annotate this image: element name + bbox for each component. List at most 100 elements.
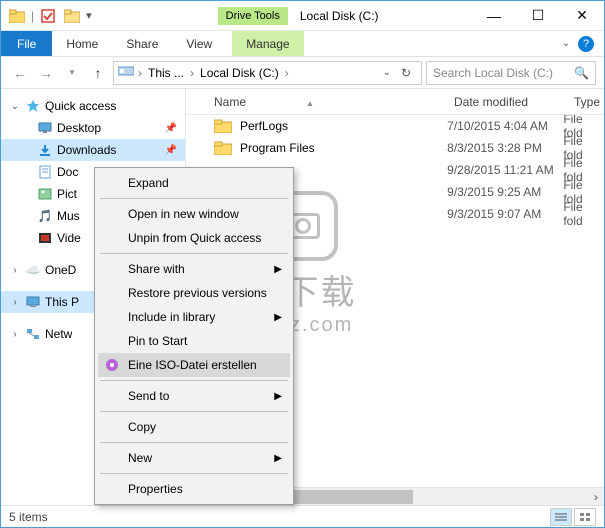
document-icon — [37, 164, 53, 180]
quick-access-toolbar: | ▾ — [1, 6, 98, 26]
maximize-button[interactable]: ☐ — [516, 2, 560, 30]
nav-label: Doc — [57, 165, 78, 179]
file-row[interactable]: Program Files8/3/2015 3:28 PMFile fold — [186, 137, 604, 159]
cm-pin-start[interactable]: Pin to Start — [98, 329, 290, 353]
file-date: 8/3/2015 3:28 PM — [447, 141, 563, 155]
addr-dropdown-icon[interactable]: ⌄ — [383, 67, 391, 78]
address-box[interactable]: › This ... › Local Disk (C:) › ⌄ ↻ — [113, 61, 422, 85]
cm-iso-create[interactable]: Eine ISO-Datei erstellen — [98, 353, 290, 377]
ribbon-expand-icon[interactable]: ⌄ — [562, 38, 570, 49]
addr-sep-icon: › — [190, 66, 194, 80]
column-name[interactable]: Name▲ — [214, 95, 454, 109]
cm-unpin[interactable]: Unpin from Quick access — [98, 226, 290, 250]
cm-send-to[interactable]: Send to▶ — [98, 384, 290, 408]
video-icon — [37, 230, 53, 246]
cm-separator — [100, 253, 288, 254]
cm-share-with[interactable]: Share with▶ — [98, 257, 290, 281]
tab-share[interactable]: Share — [112, 31, 172, 56]
nav-forward-button[interactable]: → — [35, 62, 57, 84]
cm-separator — [100, 198, 288, 199]
expand-icon[interactable]: › — [9, 265, 21, 276]
breadcrumb-root[interactable]: This ... — [146, 66, 186, 80]
breadcrumb-current[interactable]: Local Disk (C:) — [198, 66, 281, 80]
folder-icon — [214, 119, 232, 133]
computer-icon — [25, 294, 41, 310]
search-placeholder: Search Local Disk (C:) — [433, 66, 553, 80]
pin-icon: 📌 — [165, 123, 177, 134]
nav-label: Downloads — [57, 143, 116, 157]
status-count: 5 items — [9, 510, 48, 524]
cm-copy[interactable]: Copy — [98, 415, 290, 439]
file-row[interactable]: PerfLogs7/10/2015 4:04 AMFile fold — [186, 115, 604, 137]
nav-quick-access[interactable]: ⌄ Quick access — [1, 95, 185, 117]
cm-new[interactable]: New▶ — [98, 446, 290, 470]
column-date[interactable]: Date modified — [454, 95, 574, 109]
nav-label: Vide — [57, 231, 81, 245]
search-input[interactable]: Search Local Disk (C:) 🔍 — [426, 61, 596, 85]
cm-separator — [100, 442, 288, 443]
nav-downloads[interactable]: Downloads 📌 — [1, 139, 185, 161]
nav-label: Pict — [57, 187, 77, 201]
file-name: Program Files — [240, 141, 447, 155]
column-type[interactable]: Type — [574, 95, 604, 109]
qat-overflow-icon[interactable]: ▾ — [86, 9, 92, 22]
expand-icon[interactable]: ⌄ — [9, 101, 21, 112]
nav-back-button[interactable]: ← — [9, 62, 31, 84]
tab-view[interactable]: View — [172, 31, 226, 56]
ribbon-tabs: File Home Share View Manage ⌄ ? — [1, 31, 604, 57]
star-icon — [25, 98, 41, 114]
submenu-arrow-icon: ▶ — [274, 264, 282, 275]
expand-icon[interactable]: › — [9, 329, 21, 340]
tab-manage[interactable]: Manage — [232, 31, 303, 56]
expand-icon[interactable]: › — [9, 297, 21, 308]
cm-expand[interactable]: Expand — [98, 171, 290, 195]
nav-label: Quick access — [45, 99, 116, 113]
help-icon[interactable]: ? — [578, 36, 594, 52]
ribbon-help: ⌄ ? — [562, 31, 604, 56]
desktop-icon — [37, 120, 53, 136]
drive-tools-tab[interactable]: Drive Tools — [218, 7, 288, 25]
content-area: ⌄ Quick access Desktop 📌 Downloads 📌 Doc… — [1, 89, 604, 505]
thumbnails-view-button[interactable] — [574, 508, 596, 526]
network-icon — [25, 326, 41, 342]
nav-recent-icon[interactable]: ▾ — [61, 62, 83, 84]
status-bar: 5 items — [1, 505, 604, 527]
view-switcher — [550, 508, 596, 526]
minimize-button[interactable]: — — [472, 2, 516, 30]
cm-restore-prev[interactable]: Restore previous versions — [98, 281, 290, 305]
cm-open-new-window[interactable]: Open in new window — [98, 202, 290, 226]
cm-properties[interactable]: Properties — [98, 477, 290, 501]
tab-file[interactable]: File — [1, 31, 52, 56]
qat-divider: | — [31, 9, 34, 23]
cm-include-library[interactable]: Include in library▶ — [98, 305, 290, 329]
drive-icon — [118, 65, 134, 81]
details-view-button[interactable] — [550, 508, 572, 526]
file-date: 7/10/2015 4:04 AM — [447, 119, 563, 133]
search-icon: 🔍 — [574, 66, 589, 80]
cloud-icon: ☁️ — [25, 262, 41, 278]
file-date: 9/28/2015 11:21 AM — [447, 163, 563, 177]
title-bar: | ▾ Drive Tools Local Disk (C:) — ☐ ✕ — [1, 1, 604, 31]
file-name: PerfLogs — [240, 119, 447, 133]
nav-label: OneD — [45, 263, 76, 277]
nav-desktop[interactable]: Desktop 📌 — [1, 117, 185, 139]
checkbox-icon[interactable] — [38, 6, 58, 26]
scroll-right-icon[interactable]: › — [588, 490, 604, 504]
close-button[interactable]: ✕ — [560, 2, 604, 30]
sort-indicator-icon: ▲ — [306, 99, 314, 108]
nav-label: Mus — [57, 209, 80, 223]
column-headers: Name▲ Date modified Type — [186, 89, 604, 115]
submenu-arrow-icon: ▶ — [274, 453, 282, 464]
folder-icon — [214, 141, 232, 155]
file-date: 9/3/2015 9:07 AM — [447, 207, 563, 221]
file-type: File fold — [563, 200, 604, 228]
picture-icon — [37, 186, 53, 202]
folder-small-icon[interactable] — [62, 6, 82, 26]
refresh-button[interactable]: ↻ — [395, 66, 417, 80]
file-date: 9/3/2015 9:25 AM — [447, 185, 563, 199]
context-menu: Expand Open in new window Unpin from Qui… — [94, 167, 294, 505]
tab-home[interactable]: Home — [52, 31, 112, 56]
nav-up-button[interactable]: ↑ — [87, 62, 109, 84]
music-icon: 🎵 — [37, 208, 53, 224]
nav-label: Desktop — [57, 121, 101, 135]
